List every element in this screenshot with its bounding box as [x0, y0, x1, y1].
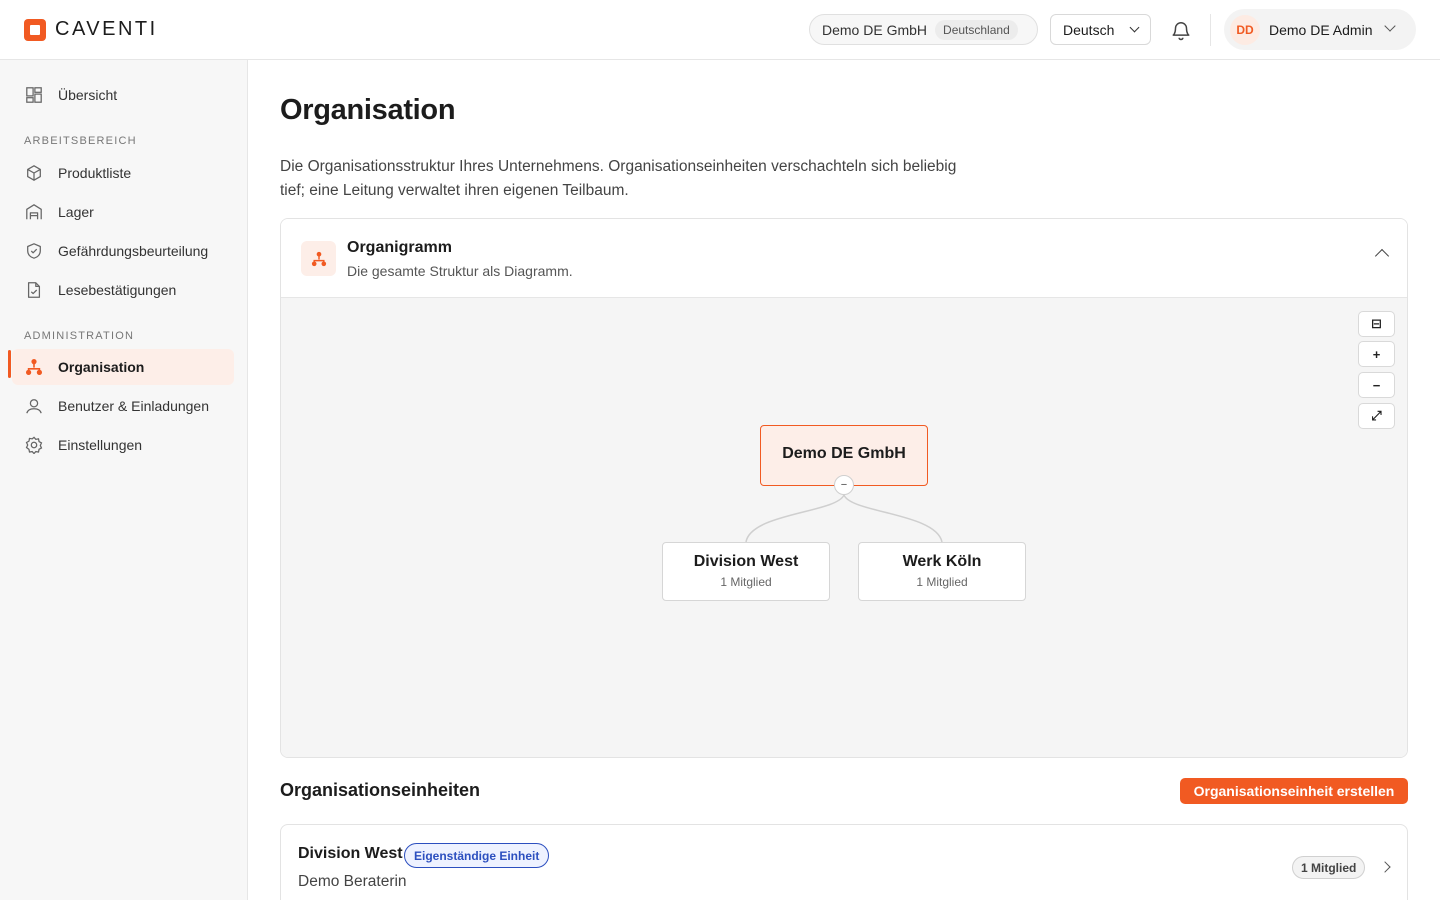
- units-section-title: Organisationseinheiten: [280, 780, 481, 800]
- brand-name: CAVENTI: [55, 18, 158, 40]
- sidebar-item-label: Benutzer & Einladungen: [58, 398, 209, 414]
- sidebar-item-label: Einstellungen: [58, 437, 143, 453]
- sidebar-item-organisation[interactable]: Organisation: [12, 349, 234, 385]
- page-description: Die Organisationsstruktur Ihres Unterneh…: [280, 158, 957, 199]
- orgchart-subtitle: Die gesamte Struktur als Diagramm.: [347, 263, 573, 279]
- orgchart-title: Organigramm: [347, 239, 452, 256]
- unit-type-badge: Eigenständige Einheit: [404, 843, 550, 868]
- sidebar-item-label: Produktliste: [58, 165, 132, 181]
- node-title: Division West: [693, 553, 799, 570]
- gear-icon: [24, 435, 44, 455]
- shield-check-icon: [24, 241, 44, 261]
- sidebar-item-label: Lesebestätigungen: [58, 282, 177, 298]
- create-unit-button[interactable]: Organisationseinheit erstellen: [1180, 778, 1408, 804]
- unit-name: Division West: [298, 845, 403, 862]
- orgchart-node-division-west[interactable]: Division West 1 Mitglied: [662, 542, 830, 601]
- unit-lead: Demo Beraterin: [298, 873, 407, 890]
- orgchart-header[interactable]: Organigramm Die gesamte Struktur als Dia…: [281, 219, 1407, 298]
- dashboard-icon: [24, 85, 44, 105]
- chevron-right-icon[interactable]: [1379, 861, 1391, 873]
- logo[interactable]: CAVENTI: [24, 18, 158, 41]
- sidebar-item-read-confirmations[interactable]: Lesebestätigungen: [12, 272, 234, 308]
- page-title: Organisation: [280, 94, 456, 126]
- sidebar-item-label: Gefährdungsbeurteilung: [58, 243, 209, 259]
- unit-list-item[interactable]: Division West Eigenständige Einheit Demo…: [280, 824, 1408, 900]
- active-indicator: [8, 350, 11, 378]
- node-title: Werk Köln: [902, 553, 982, 570]
- node-member-count: 1 Mitglied: [720, 575, 772, 589]
- org-chart-icon: [24, 357, 44, 377]
- topbar-divider: [1210, 14, 1211, 46]
- sidebar-item-label: Übersicht: [58, 87, 118, 103]
- language-value: Deutsch: [1063, 21, 1115, 38]
- sidebar-item-overview[interactable]: Übersicht: [12, 77, 234, 113]
- user-name: Demo DE Admin: [1269, 21, 1373, 38]
- top-bar: CAVENTI Demo DE GmbH Deutschland Deutsch…: [0, 0, 1440, 60]
- orgchart-connectors: [745, 494, 943, 543]
- chevron-up-icon[interactable]: [1374, 248, 1390, 264]
- org-chart-icon: [301, 241, 336, 276]
- sidebar-item-settings[interactable]: Einstellungen: [12, 427, 234, 463]
- orgchart-canvas[interactable]: ⊟ + − ⤢ Demo DE GmbH − Division West 1 M…: [281, 298, 1407, 757]
- org-country-badge: Deutschland: [935, 19, 1018, 40]
- member-count-badge: 1 Mitglied: [1292, 856, 1366, 879]
- sidebar-item-warehouse[interactable]: Lager: [12, 194, 234, 230]
- node-title: Demo DE GmbH: [782, 445, 906, 462]
- sidebar-item-risk-assessment[interactable]: Gefährdungsbeurteilung: [12, 233, 234, 269]
- node-member-count: 1 Mitglied: [916, 575, 968, 589]
- language-select[interactable]: Deutsch: [1050, 14, 1151, 45]
- orgchart-node-werk-koeln[interactable]: Werk Köln 1 Mitglied: [858, 542, 1026, 601]
- bell-icon[interactable]: [1170, 20, 1192, 42]
- orgchart-card: Organigramm Die gesamte Struktur als Dia…: [280, 218, 1408, 758]
- sidebar-item-label: Organisation: [58, 359, 145, 375]
- user-menu[interactable]: DD Demo DE Admin: [1224, 9, 1416, 50]
- document-check-icon: [24, 280, 44, 300]
- logo-mark-icon: [24, 18, 46, 41]
- chevron-down-icon: [1129, 22, 1140, 33]
- sidebar: Übersicht ARBEITSBEREICH Produktliste La…: [0, 60, 248, 900]
- chevron-down-icon: [1384, 20, 1396, 32]
- organization-switcher[interactable]: Demo DE GmbH Deutschland: [809, 14, 1038, 45]
- org-name: Demo DE GmbH: [822, 21, 928, 38]
- user-icon: [24, 396, 44, 416]
- sidebar-item-product-list[interactable]: Produktliste: [12, 155, 234, 191]
- warehouse-icon: [24, 202, 44, 222]
- avatar: DD: [1230, 14, 1260, 45]
- sidebar-section-admin: ADMINISTRATION: [24, 330, 135, 342]
- collapse-node-button[interactable]: −: [834, 475, 854, 495]
- sidebar-section-workspace: ARBEITSBEREICH: [24, 135, 137, 147]
- sidebar-item-users-invitations[interactable]: Benutzer & Einladungen: [12, 388, 234, 424]
- box-icon: [24, 163, 44, 183]
- sidebar-item-label: Lager: [58, 204, 94, 220]
